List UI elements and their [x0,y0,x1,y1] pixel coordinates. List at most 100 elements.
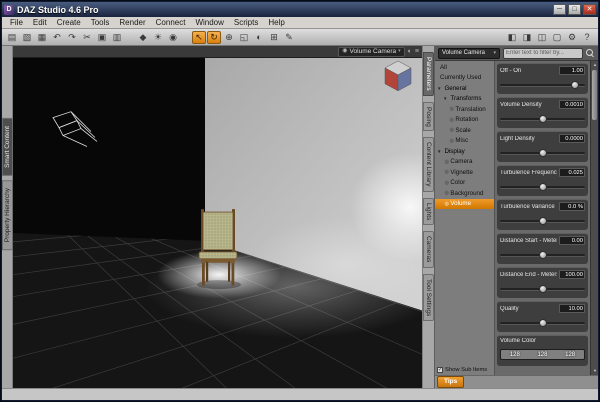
close-button[interactable]: ✕ [583,4,596,15]
tab-content-library[interactable]: Content Library [423,137,434,192]
param-slider-handle[interactable] [538,285,547,293]
viewport-menu-icon[interactable]: ≡ [415,47,419,57]
nav-background[interactable]: ◎ Background [435,188,494,199]
viewport-3d-scene[interactable] [13,58,422,388]
new-scene-icon[interactable]: ▤ [5,31,19,44]
param-value-field[interactable]: 0.0 % [559,202,585,211]
menu-create[interactable]: Create [52,17,86,28]
layout-icon[interactable]: ◧ [505,31,519,44]
rotate-tool-icon[interactable]: ↻ [207,30,221,44]
menu-render[interactable]: Render [114,17,150,28]
nav-volume[interactable]: ◎ Volume [435,198,494,209]
tab-posing[interactable]: Posing [423,101,434,132]
expand-arrow-icon[interactable]: ▼ [443,96,447,101]
param-slider-handle[interactable] [538,183,547,191]
param-slider[interactable] [500,251,585,259]
split-view-icon[interactable]: ◫ [535,31,549,44]
search-icon[interactable] [586,48,595,58]
show-sub-items[interactable]: ✓ Show Sub Items [437,367,487,373]
param-slider[interactable] [500,81,585,89]
param-value-field[interactable]: 10.00 [559,304,585,313]
create-light-icon[interactable]: ☀ [151,31,165,44]
menu-file[interactable]: File [5,17,28,28]
menu-edit[interactable]: Edit [28,17,52,28]
scroll-up-icon[interactable]: ▲ [591,61,598,69]
viewport-camera-selector[interactable]: ◉ Volume Camera ▾ [338,46,405,57]
color-swatch[interactable]: 128 128 128 [500,349,585,360]
open-scene-icon[interactable]: ▧ [20,31,34,44]
undo-icon[interactable]: ↶ [50,31,64,44]
param-slider[interactable] [500,285,585,293]
param-slider-handle[interactable] [538,319,547,327]
param-slider-handle[interactable] [538,251,547,259]
surface-selection-tool-icon[interactable]: ◐ [252,31,266,44]
param-slider-handle[interactable] [570,81,579,89]
redo-icon[interactable]: ↷ [65,31,79,44]
tab-parameters[interactable]: Parameters [423,52,434,96]
param-value-field[interactable]: 0.025 [559,168,585,177]
scroll-down-icon[interactable]: ▼ [591,367,598,375]
nav-display[interactable]: ▼ Display [435,146,494,157]
tab-cameras[interactable]: Cameras [423,231,434,268]
preferences-icon[interactable]: ⚙ [565,31,579,44]
copy-icon[interactable]: ▣ [95,31,109,44]
param-slider[interactable] [500,149,585,157]
nav-color[interactable]: ◎ Color [435,178,494,189]
param-value-field[interactable]: 1.00 [559,66,585,75]
param-slider[interactable] [500,183,585,191]
create-primitive-icon[interactable]: ◆ [136,31,150,44]
minimize-button[interactable]: ─ [553,4,566,15]
param-value-field[interactable]: 0.0010 [559,100,585,109]
help-icon[interactable]: ? [580,31,594,44]
cut-icon[interactable]: ✂ [80,31,94,44]
paste-icon[interactable]: ▥ [110,31,124,44]
show-sub-items-checkbox[interactable]: ✓ [437,367,443,373]
scrollbar-thumb[interactable] [592,70,597,120]
nav-rotation[interactable]: ◎ Rotation [435,115,494,126]
viewport-drawstyle-icon[interactable]: ◐ [408,47,412,57]
save-scene-icon[interactable]: ▦ [35,31,49,44]
nav-translation[interactable]: ◎ Translation [435,104,494,115]
translate-tool-icon[interactable]: ⊕ [222,31,236,44]
maximize-button[interactable]: □ [568,4,581,15]
param-value-field[interactable]: 0.0000 [559,134,585,143]
scale-tool-icon[interactable]: ◱ [237,31,251,44]
nav-vignette[interactable]: ◎ Vignette [435,167,494,178]
node-selection-tool-icon[interactable]: ↖ [192,30,206,44]
menu-window[interactable]: Window [190,17,228,28]
nav-transforms[interactable]: ▼ Transforms [435,94,494,105]
menu-tools[interactable]: Tools [86,17,115,28]
nav-all[interactable]: All [435,62,494,73]
param-slider[interactable] [500,115,585,123]
menu-scripts[interactable]: Scripts [229,17,263,28]
nav-general[interactable]: ▼ General [435,83,494,94]
panes-icon[interactable]: ◨ [520,31,534,44]
filter-input[interactable] [503,47,583,59]
expand-arrow-icon[interactable]: ▼ [437,149,441,154]
parameters-scrollbar[interactable]: ▲ ▼ [590,61,598,375]
nav-misc[interactable]: ◎ Misc [435,136,494,147]
menu-connect[interactable]: Connect [151,17,191,28]
tips-button[interactable]: Tips [437,376,465,388]
param-slider-handle[interactable] [538,115,547,123]
nav-currently-used[interactable]: Currently Used [435,73,494,84]
tab-property-hierarchy[interactable]: Property Hierarchy [1,179,13,251]
menu-help[interactable]: Help [263,17,289,28]
parameters-camera-dropdown[interactable]: Volume Camera ▾ [438,47,500,59]
param-slider[interactable] [500,319,585,327]
expand-arrow-icon[interactable]: ▼ [437,86,441,91]
param-slider-handle[interactable] [538,149,547,157]
spot-render-icon[interactable]: ✎ [282,31,296,44]
param-value-field[interactable]: 100.00 [559,270,585,279]
nav-scale[interactable]: ◎ Scale [435,125,494,136]
tab-smart-content[interactable]: Smart Content [1,118,13,176]
nav-camera[interactable]: ◎ Camera [435,157,494,168]
new-window-icon[interactable]: ▢ [550,31,564,44]
param-value-field[interactable]: 0.00 [559,236,585,245]
aim-camera-icon[interactable]: ⊞ [267,31,281,44]
create-camera-icon[interactable]: ◉ [166,31,180,44]
tab-tool-settings[interactable]: Tool Settings [423,273,434,321]
title-bar[interactable]: D DAZ Studio 4.6 Pro ─ □ ✕ [2,2,598,17]
tab-lights[interactable]: Lights [423,197,434,226]
param-slider-handle[interactable] [538,217,547,225]
